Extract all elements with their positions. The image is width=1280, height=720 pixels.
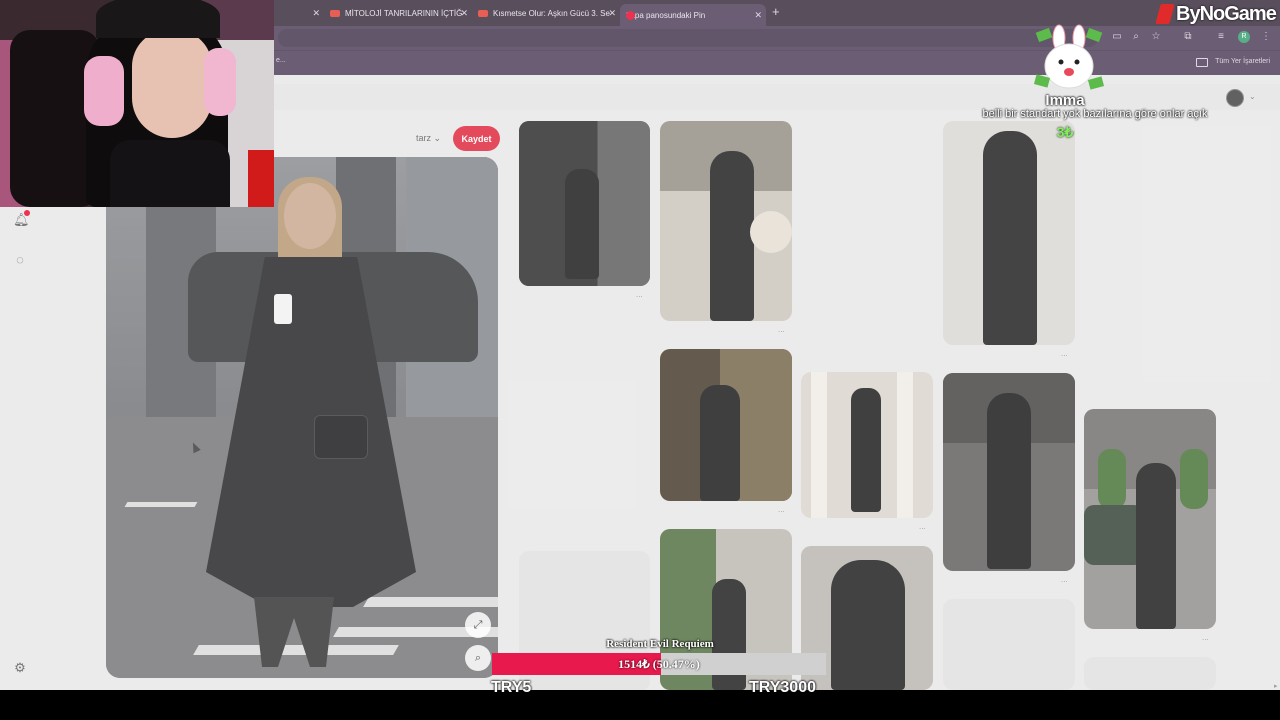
pin-model [831, 560, 905, 690]
pin-image [811, 372, 827, 518]
pin-model [710, 151, 754, 321]
road-marking [124, 502, 198, 507]
save-button[interactable]: Kaydet [453, 126, 500, 151]
cafe-table [750, 211, 792, 253]
goal-max-label: TRY3000 [749, 679, 816, 696]
donation-amount: 3₺ [1056, 124, 1074, 140]
webcam-feed [0, 0, 274, 207]
pin-model [565, 169, 599, 279]
more-options[interactable]: ... [778, 505, 785, 514]
tab-title: 3apa panosundaki Pin [626, 10, 706, 20]
pin-card[interactable] [1084, 409, 1216, 629]
cast-icon[interactable]: ▭ [1112, 32, 1122, 42]
pin-model [983, 131, 1037, 345]
profile-avatar[interactable]: R [1238, 31, 1250, 43]
goal-progress-text: 1514₺ (50.47%) [618, 657, 700, 671]
user-avatar[interactable] [1226, 89, 1244, 107]
zoom-icon[interactable]: ⌕ [1131, 32, 1141, 42]
more-options[interactable]: ... [1061, 349, 1068, 358]
coffee-cup [274, 294, 292, 324]
pin-card-loading [943, 599, 1075, 690]
pin-model [851, 388, 881, 512]
new-tab-button[interactable]: + [772, 4, 780, 19]
red-light [248, 150, 274, 207]
board-selector[interactable]: tarz ⌄ [416, 133, 441, 144]
more-options[interactable]: ... [778, 325, 785, 334]
star-icon[interactable]: ☆ [1151, 32, 1161, 42]
extensions-icon[interactable]: ⧉ [1183, 32, 1193, 42]
streamer-face [132, 30, 212, 138]
tree [1098, 449, 1126, 509]
donor-name: Imma [1045, 92, 1085, 109]
chevron-down-icon[interactable]: ⌄ [1249, 92, 1256, 101]
media-icon[interactable]: ≡ [1216, 32, 1226, 42]
streamer-body [110, 140, 230, 207]
bynogame-logo: ByNoGame [1155, 0, 1277, 28]
tab-title: MİTOLOJİ TANRILARININ İÇTİĞ [345, 8, 463, 18]
column [897, 372, 913, 518]
quilted-bag [314, 415, 368, 459]
settings-icon[interactable]: ⚙ [13, 661, 27, 675]
notification-badge [24, 210, 30, 216]
model-face [284, 183, 336, 249]
scroll-corner-icon[interactable]: ▸ [1274, 682, 1278, 690]
pin-card[interactable] [660, 349, 792, 501]
expand-icon[interactable]: ⤢ [465, 612, 491, 638]
more-options[interactable]: ... [1061, 575, 1068, 584]
crosswalk-stripe [193, 645, 399, 655]
pin-card-loading [1084, 657, 1216, 690]
close-icon[interactable]: ✕ [754, 10, 762, 21]
goal-title: Resident Evil Requiem [606, 638, 714, 650]
tab-title: Kısmetse Olur: Aşkın Gücü 3. Se [493, 8, 610, 18]
donation-message: belli bir standart yok bazılarına göre o… [982, 108, 1208, 120]
pin-model [700, 385, 740, 501]
all-bookmarks-link[interactable]: Tüm Yer İşaretleri [1215, 58, 1270, 65]
pin-card[interactable] [801, 372, 933, 518]
goal-min-label: TRY5 [491, 679, 532, 696]
tab-kismetse-olur[interactable]: Kısmetse Olur: Aşkın Gücü 3. Se ✕ [472, 3, 620, 23]
headphones [84, 56, 124, 126]
crosswalk-stripe [363, 597, 498, 607]
headphones [204, 48, 236, 116]
brand-name: ByNoGame [1176, 2, 1277, 25]
car [1084, 505, 1144, 565]
more-options[interactable]: ... [636, 290, 643, 299]
tree [1180, 449, 1208, 509]
bandana [96, 0, 220, 38]
pinterest-icon [626, 10, 635, 20]
bunny-mascot-icon [1033, 24, 1105, 90]
pin-model [1136, 463, 1176, 629]
pin-model [987, 393, 1031, 569]
main-pin-image[interactable] [106, 157, 498, 678]
pin-card[interactable] [943, 121, 1075, 345]
close-icon[interactable]: ✕ [312, 8, 320, 19]
bookmark-item[interactable]: e... [276, 57, 286, 64]
bynogame-icon [1155, 4, 1175, 24]
goal-progress-bar: 1514₺ (50.47%) [492, 653, 826, 675]
pin-card[interactable] [519, 121, 650, 286]
chat-icon[interactable]: ◌ [13, 253, 27, 267]
tab-pinterest-pin[interactable]: 3apa panosundaki Pin ✕ [620, 4, 766, 26]
youtube-icon [330, 9, 340, 17]
more-options[interactable]: ... [919, 522, 926, 531]
visual-search-icon[interactable]: ⌕ [465, 645, 491, 671]
youtube-icon [478, 9, 488, 17]
menu-icon[interactable]: ⋮ [1261, 32, 1271, 42]
close-icon[interactable]: ✕ [608, 8, 616, 19]
more-options[interactable]: ... [1202, 633, 1209, 642]
close-icon[interactable]: ✕ [460, 8, 468, 19]
pin-card[interactable] [660, 121, 792, 321]
tab-blank[interactable]: ✕ [276, 3, 324, 23]
tab-mitoloji[interactable]: MİTOLOJİ TANRILARININ İÇTİĞ ✕ [324, 3, 472, 23]
board-name: tarz [416, 133, 432, 143]
address-bar[interactable] [278, 29, 1098, 47]
folder-icon [1196, 58, 1208, 67]
pin-card[interactable] [943, 373, 1075, 571]
